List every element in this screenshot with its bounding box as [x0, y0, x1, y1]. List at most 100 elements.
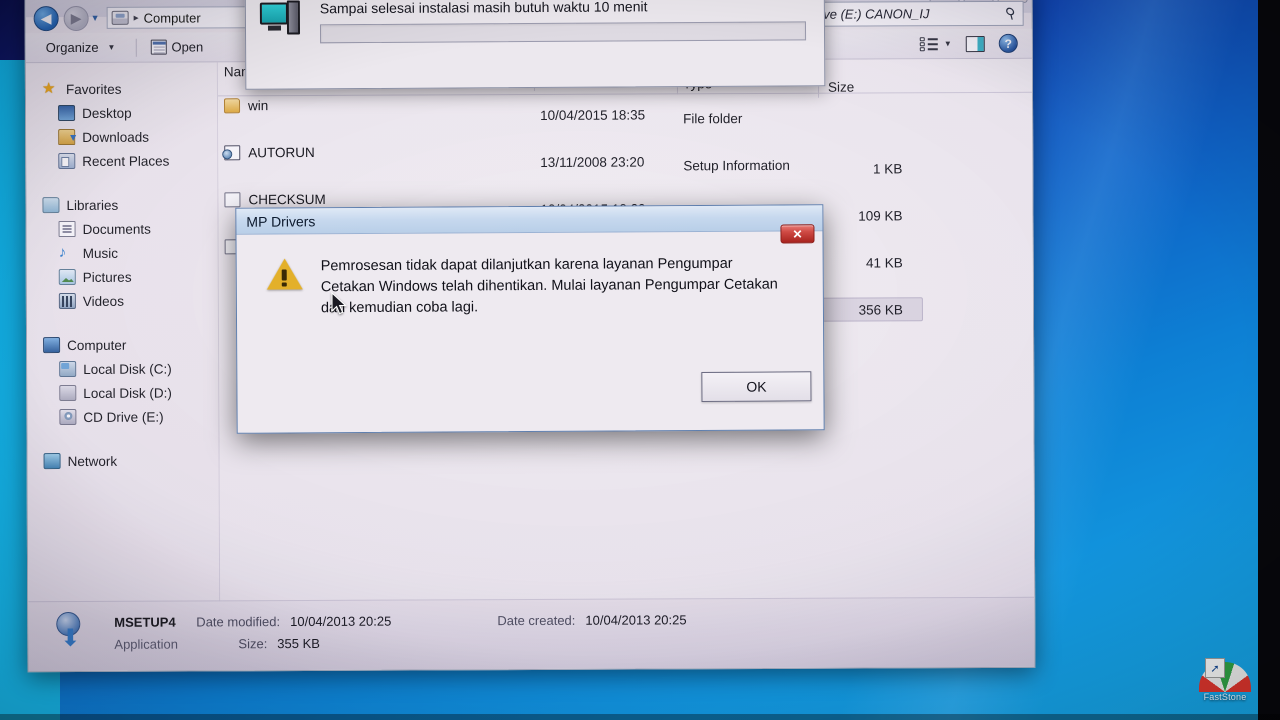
sidebar-item-music[interactable]: ♪ Music: [43, 240, 218, 265]
sidebar-item-computer[interactable]: Computer: [43, 332, 218, 357]
chevron-down-icon: ▼: [107, 42, 116, 52]
table-row[interactable]: AUTORUN 13/11/2008 23:20 Setup Informati…: [218, 113, 1034, 177]
forward-arrow-icon[interactable]: ▶: [63, 5, 89, 31]
dialog-message: Pemrosesan tidak dapat dilanjutkan karen…: [320, 255, 778, 317]
warning-triangle-icon: [266, 258, 303, 290]
breadcrumb-separator: ▸: [133, 12, 139, 24]
faststone-label: FastStone: [1203, 692, 1247, 702]
ok-button[interactable]: OK: [701, 371, 812, 402]
status-date-created-label: Date created:: [497, 612, 576, 629]
sidebar-label: Libraries: [66, 197, 119, 213]
down-arrow-icon: ⬇: [60, 624, 81, 653]
sidebar-item-downloads[interactable]: Downloads: [42, 124, 217, 149]
screen-bottom-shade: [0, 714, 1280, 720]
videos-icon: [58, 292, 76, 310]
table-row[interactable]: win 10/04/2015 18:35 File folder: [218, 89, 1034, 126]
sidebar-label: Pictures: [82, 269, 132, 285]
sidebar-group-libraries: Libraries Documents ♪ Music Pictures Vid…: [42, 192, 218, 313]
computer-icon: [111, 10, 129, 25]
file-size-cell: 41 KB: [865, 255, 903, 271]
file-size-cell: 356 KB: [858, 302, 903, 318]
status-file-name: MSETUP4: [114, 614, 176, 630]
sidebar-label: CD Drive (E:): [83, 409, 164, 425]
computer-icon: [43, 337, 61, 354]
status-date-modified-value: 10/04/2013 20:25: [290, 613, 392, 630]
sidebar-label: Videos: [82, 293, 124, 309]
back-arrow-icon[interactable]: ◀: [33, 5, 59, 31]
installer-message: Sampai selesai instalasi masih butuh wak…: [319, 0, 648, 17]
search-icon[interactable]: ⚲: [1006, 5, 1016, 22]
folder-icon: [223, 98, 241, 114]
breadcrumb-root-label[interactable]: Computer: [144, 10, 201, 25]
search-input-value: D Drive (E:) CANON_IJ: [793, 6, 930, 22]
navigation-sidebar[interactable]: ★ Favorites Desktop Downloads Recent Pla…: [25, 62, 221, 604]
sidebar-label: Local Disk (C:): [83, 361, 172, 377]
sidebar-label: Downloads: [82, 129, 149, 145]
status-date-created-value: 10/04/2013 20:25: [585, 612, 687, 628]
dialog-title-bar[interactable]: MP Drivers: [236, 205, 823, 235]
table-row[interactable]: CHECKSUM 10/04/2015 18:29 File 109 KB: [218, 137, 1034, 224]
status-size-label: Size:: [238, 636, 268, 652]
cd-drive-icon: [59, 408, 77, 426]
dialog-title: MP Drivers: [246, 212, 316, 230]
list-view-icon[interactable]: [919, 36, 938, 51]
star-icon: ★: [41, 80, 56, 98]
desktop-icon: [58, 104, 76, 122]
sidebar-label: Local Disk (D:): [83, 385, 172, 401]
installer-progress-window[interactable]: Sampai selesai instalasi masih butuh wak…: [244, 0, 826, 90]
file-rows[interactable]: win 10/04/2015 18:35 File folder AUTORUN…: [218, 89, 1035, 322]
pictures-icon: [58, 268, 76, 286]
libraries-icon: [42, 197, 60, 214]
sidebar-item-libraries[interactable]: Libraries: [42, 192, 217, 217]
sidebar-item-network[interactable]: Network: [43, 448, 219, 473]
status-details: MSETUP4 Date modified: 10/04/2013 20:25 …: [114, 609, 687, 670]
dialog-close-button[interactable]: ✕: [780, 224, 815, 244]
toolbar-right-group[interactable]: ▼ ?: [919, 33, 1034, 53]
sidebar-group-network: Network: [43, 448, 219, 473]
status-date-modified-label: Date modified:: [196, 614, 281, 630]
preview-pane-icon[interactable]: [965, 35, 985, 52]
file-name-cell[interactable]: win: [223, 98, 268, 114]
downloads-icon: [58, 128, 76, 146]
computer-monitor-icon: [259, 0, 304, 42]
sidebar-item-favorites[interactable]: ★ Favorites: [42, 76, 217, 101]
history-dropdown-icon[interactable]: ▼: [91, 13, 100, 23]
toolbar-divider: [135, 38, 137, 57]
view-chevron-down-icon[interactable]: ▼: [944, 39, 952, 48]
application-file-icon: ⬇: [52, 611, 98, 656]
organize-button[interactable]: Organize ▼: [42, 37, 126, 58]
explorer-status-bar: ⬇ MSETUP4 Date modified: 10/04/2013 20:2…: [28, 596, 1036, 672]
sidebar-label: Music: [82, 245, 118, 261]
organize-label: Organize: [45, 39, 99, 56]
mp-drivers-error-dialog[interactable]: MP Drivers ✕ Pemrosesan tidak dapat dila…: [235, 204, 825, 434]
sidebar-label: Recent Places: [82, 153, 170, 169]
local-disk-c-icon: [59, 360, 77, 378]
faststone-umbrella-icon: ➚: [1199, 658, 1251, 692]
installer-progress-bar: [319, 21, 807, 44]
music-icon: ♪: [58, 244, 67, 262]
open-button[interactable]: Open: [146, 36, 213, 57]
sidebar-item-documents[interactable]: Documents: [43, 216, 218, 241]
file-size-cell: 109 KB: [858, 208, 903, 224]
sidebar-item-cd-drive-e[interactable]: CD Drive (E:): [43, 404, 218, 429]
sidebar-label: Computer: [67, 337, 127, 353]
sidebar-group-computer: Computer Local Disk (C:) Local Disk (D:)…: [43, 332, 218, 429]
sidebar-item-desktop[interactable]: Desktop: [42, 100, 217, 125]
status-file-kind: Application: [114, 636, 179, 652]
sidebar-item-local-disk-d[interactable]: Local Disk (D:): [43, 380, 218, 405]
status-line-two: Application Size: 355 KB: [114, 631, 686, 655]
sidebar-item-pictures[interactable]: Pictures: [43, 264, 218, 289]
sidebar-item-videos[interactable]: Videos: [43, 288, 218, 313]
sidebar-label: Network: [67, 453, 118, 469]
sidebar-item-local-disk-c[interactable]: Local Disk (C:): [43, 356, 218, 381]
status-size-value: 355 KB: [277, 635, 320, 652]
sidebar-label: Desktop: [82, 105, 132, 121]
help-icon[interactable]: ?: [998, 33, 1018, 53]
open-file-icon: [150, 39, 167, 55]
table-row[interactable]: MSETUP CHECKSUM 14/05/2013 20:40 CHECKSU…: [218, 161, 1034, 271]
status-line-one: MSETUP4 Date modified: 10/04/2013 20:25 …: [114, 609, 686, 633]
sidebar-item-recent-places[interactable]: Recent Places: [42, 148, 217, 173]
installer-body: Sampai selesai instalasi masih butuh wak…: [246, 0, 824, 44]
screen-right-black-bar: [1258, 0, 1280, 720]
sidebar-group-favorites: ★ Favorites Desktop Downloads Recent Pla…: [42, 76, 217, 173]
